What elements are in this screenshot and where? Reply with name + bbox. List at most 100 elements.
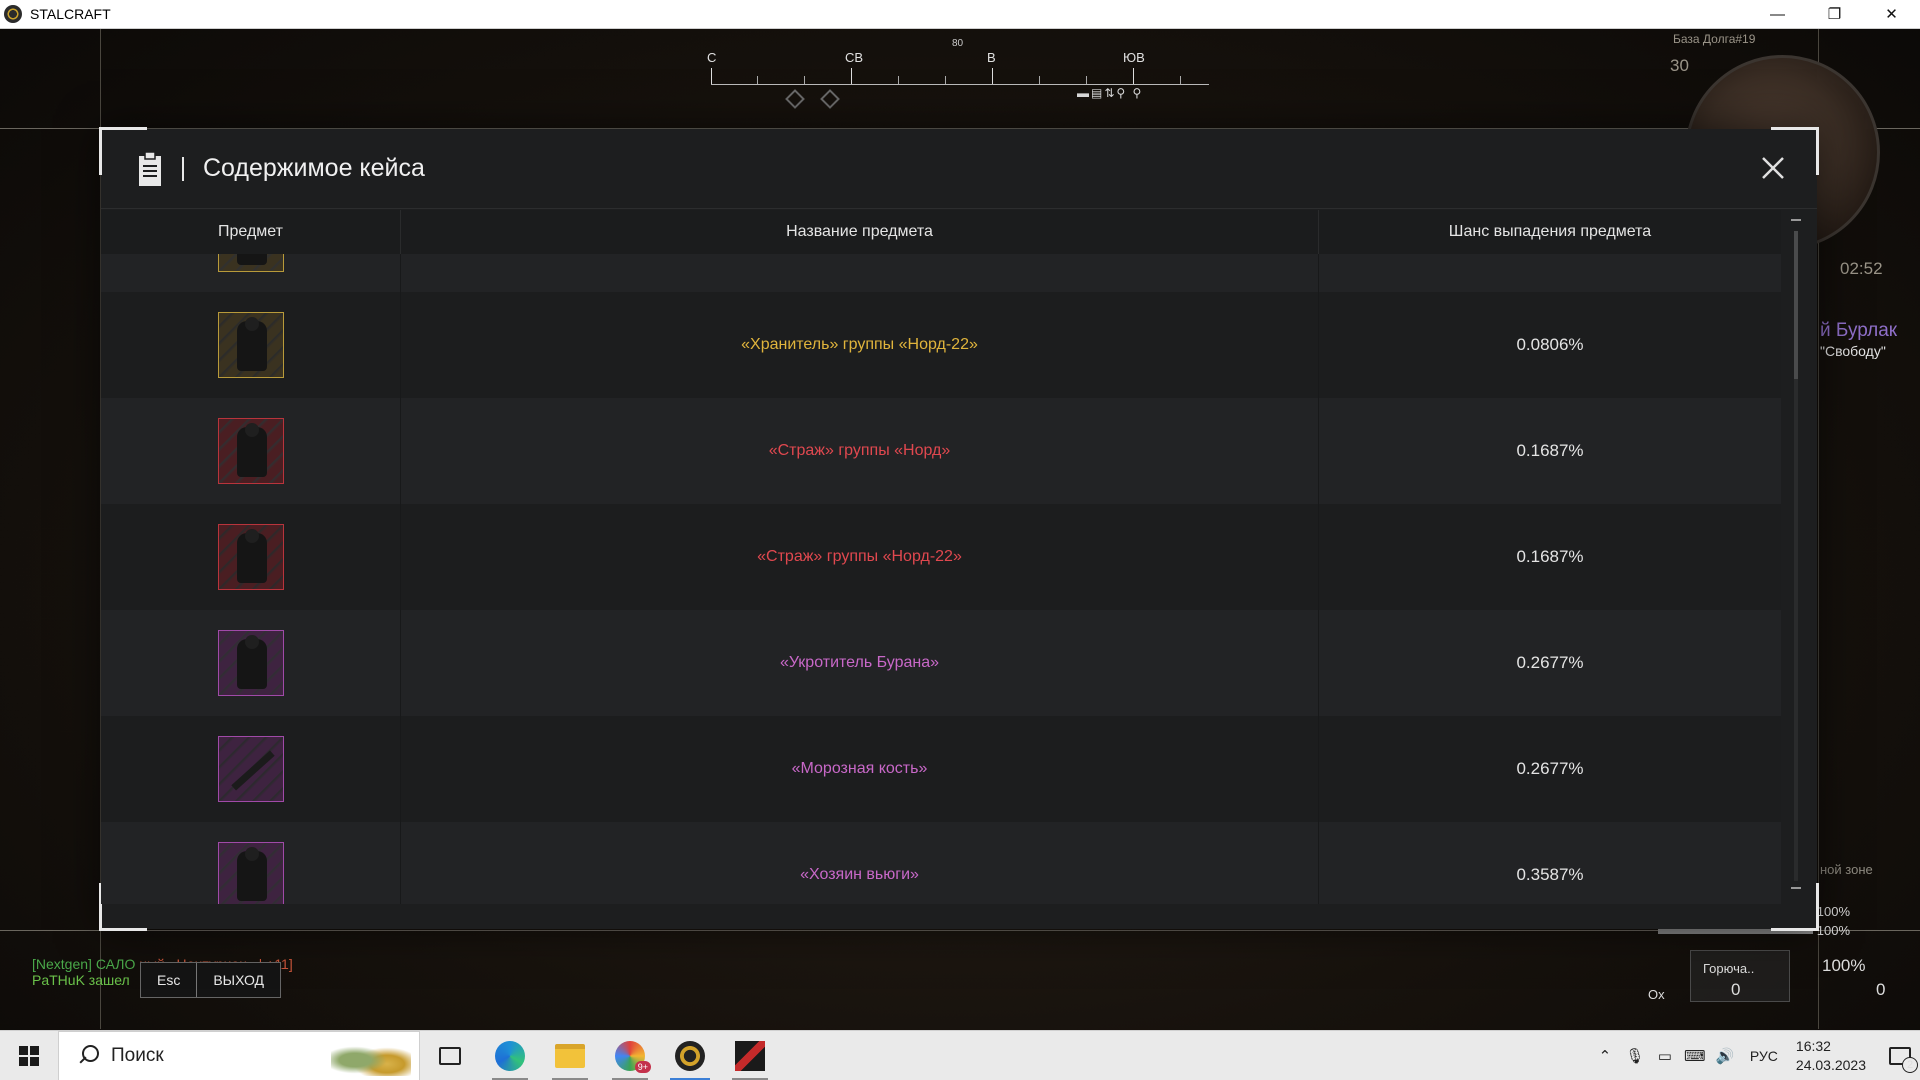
start-button[interactable] [0,1031,58,1080]
compass-degree: 80 [952,38,964,49]
zone-text: ной зоне [1820,862,1873,877]
exit-label: ВЫХОД [213,972,265,988]
compass-tick [1133,68,1134,84]
window-controls: — ❐ ✕ [1749,0,1920,29]
item-chance: 0.2677% [1516,653,1584,672]
minimap-number: 30 [1670,56,1689,75]
armor-thumbnail[interactable] [217,842,284,904]
close-window-button[interactable]: ✕ [1863,0,1920,29]
equipment-hud: Ox Горюча.. 0 100% 0 [1630,948,1890,1006]
compass-tick [711,68,712,84]
table-row[interactable]: «Страж» группы «Норд-22» 0.1687% [101,504,1781,610]
scroll-up-button[interactable] [1791,219,1801,221]
clock[interactable]: 16:32 24.03.2023 [1796,1037,1866,1075]
dialog-header: Содержимое кейса [101,129,1817,209]
armor-thumbnail[interactable] [217,254,284,272]
item-name: «Морозная кость» [791,760,928,777]
compass-label: ЮВ [1123,50,1145,65]
rifle-thumbnail[interactable] [217,736,284,802]
close-icon [1762,157,1784,179]
compass: 80 С СВ В ЮВ ▬▤⇅⚲ ⚲ [705,38,1210,118]
item-name: «Хозяин вьюги» [800,866,919,883]
clock-date: 24.03.2023 [1795,1056,1866,1073]
task-view-button[interactable] [420,1031,480,1080]
compass-line [711,84,1209,85]
item-cell [101,822,401,904]
hud-frame-line [0,930,1920,931]
armor-thumbnail[interactable] [217,630,284,696]
chevron-up-icon[interactable]: ⌃ [1592,1046,1618,1066]
scroll-down-button[interactable] [1791,887,1801,889]
armor-thumbnail[interactable] [217,524,284,590]
item-cell [101,504,401,610]
edge-icon [495,1040,525,1071]
clock-time: 16:32 [1795,1037,1831,1054]
window-title: STALCRAFT [30,6,111,22]
fuel-slot: Горюча.. 0 [1690,950,1790,1002]
ammo-count: 0 [1876,980,1886,999]
item-chance-cell: 0.0806% [1319,292,1781,398]
stamina-pct: 100% [1816,923,1850,938]
armor-thumbnail[interactable] [217,312,284,378]
scroll-thumb[interactable] [1794,231,1798,379]
table-row[interactable]: «Страж» группы «Норд» 0.1687% [101,398,1781,504]
battery-icon[interactable]: ▭ [1652,1046,1678,1066]
item-chance-cell: 0.1687% [1319,504,1781,610]
item-name-cell: «Укротитель Бурана» [401,610,1319,716]
minimize-button[interactable]: — [1749,0,1806,29]
armor-suit-icon [236,254,267,265]
table-row[interactable]: «Хранитель» группы «Норд»0.0806% [101,254,1781,292]
item-cell [101,398,401,504]
table-row[interactable]: «Морозная кость» 0.2677% [101,716,1781,822]
taskbar-search[interactable]: Поиск [58,1030,420,1080]
item-name: «Укротитель Бурана» [779,654,940,671]
volume-icon[interactable]: 🔊 [1712,1046,1738,1066]
network-icon[interactable]: ⌨ [1682,1046,1708,1066]
search-placeholder: Поиск [111,1044,164,1066]
item-name: «Страж» группы «Норд-22» [757,548,962,565]
table-row[interactable]: «Хозяин вьюги» 0.3587% [101,822,1781,904]
folder-icon [555,1043,585,1068]
health-pct: 100% [1816,904,1850,919]
scrollbar[interactable] [1791,219,1801,899]
chat-app-icon: 9+ [615,1040,651,1073]
item-chance-cell: 0.0806% [1319,254,1781,292]
item-name-cell: «Хранитель» группы «Норд-22» [401,292,1319,398]
header-divider [182,156,184,181]
armor-suit-icon [236,635,267,689]
player-faction: "Свободу" [1820,343,1886,359]
file-explorer-app[interactable] [540,1031,600,1080]
compass-tick [804,76,805,84]
stalcraft-app[interactable] [660,1031,720,1080]
notification-count: 2 [1902,1056,1918,1073]
microphone-icon[interactable]: 🎙 [1622,1046,1648,1066]
chat-sender: [Nextgen] САЛО [32,956,136,972]
waypoint-diamond-icon [820,89,840,109]
launcher-app[interactable] [720,1031,780,1080]
table-row[interactable]: «Укротитель Бурана» 0.2677% [101,610,1781,716]
close-dialog-button[interactable] [1759,154,1787,182]
language-indicator[interactable]: РУС [1750,1048,1778,1064]
item-cell [101,716,401,822]
table-row[interactable]: «Хранитель» группы «Норд-22» 0.0806% [101,292,1781,398]
weapon-condition: 100% [1822,956,1866,975]
chat-badge: 9+ [634,1060,651,1073]
window-title-bar: STALCRAFT — ❐ ✕ [0,0,1920,29]
edge-app[interactable] [480,1031,540,1080]
system-tray: ⌃ 🎙 ▭ ⌨ 🔊 РУС 16:32 24.03.2023 2 [1590,1031,1920,1080]
search-icon [77,1044,99,1067]
dialog-title: Содержимое кейса [203,154,425,182]
restore-button[interactable]: ❐ [1806,0,1863,29]
rifle-icon [230,750,275,791]
table-body[interactable]: «Хранитель» группы «Норд»0.0806%«Храните… [101,254,1781,904]
notifications-button[interactable]: 2 [1880,1031,1920,1080]
armor-thumbnail[interactable] [217,418,284,484]
item-name: «Хранитель» группы «Норд-22» [741,336,978,353]
chat-app[interactable]: 9+ [600,1031,660,1080]
compass-tick [1039,76,1040,84]
stalcraft-icon [675,1040,705,1071]
exit-hint[interactable]: Esc ВЫХОД [140,962,282,998]
item-name-cell: «Морозная кость» [401,716,1319,822]
compass-tick [898,76,899,84]
armor-suit-icon [236,529,267,583]
